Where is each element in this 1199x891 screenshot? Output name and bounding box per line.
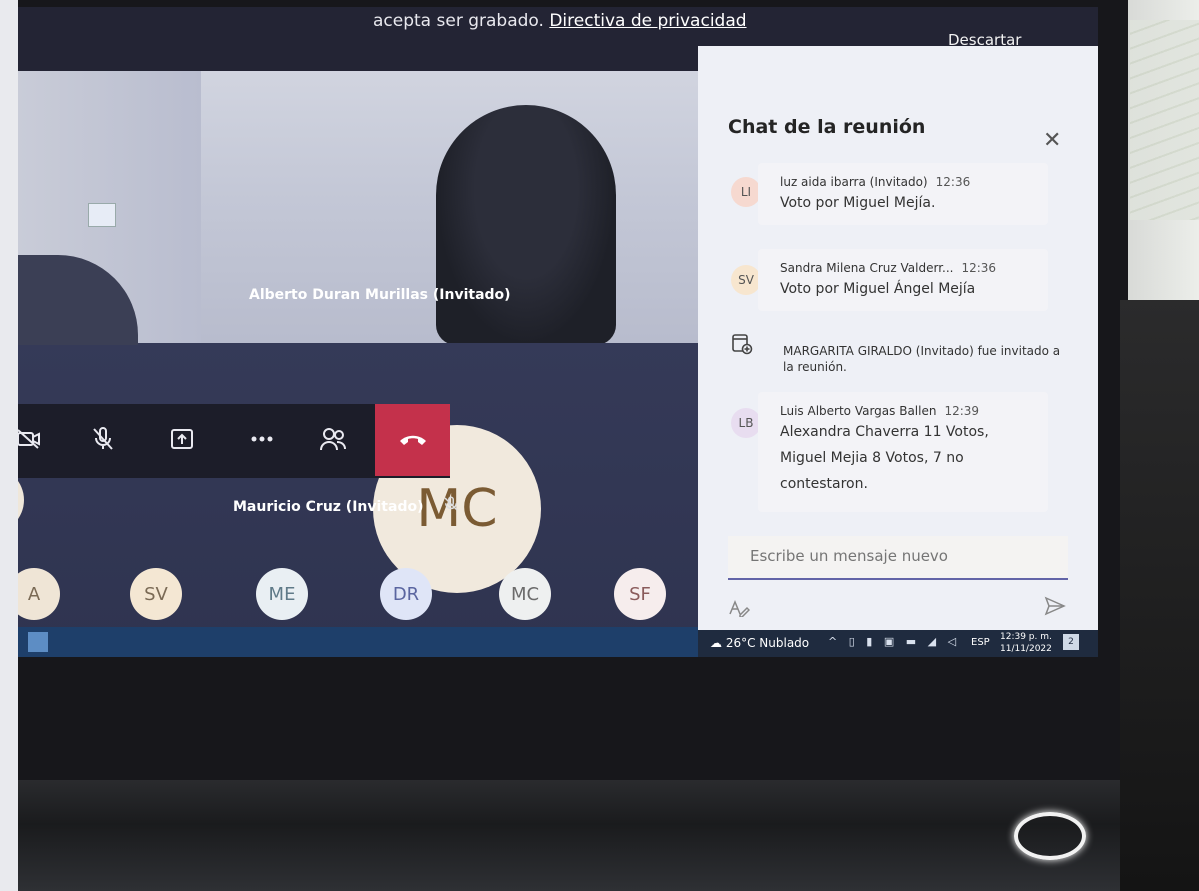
- message-time: 12:36: [961, 261, 997, 275]
- power-light-icon: [1014, 812, 1086, 860]
- chat-message: luz aida ibarra (Invitado) 12:36 Voto por…: [758, 163, 1048, 225]
- participant-avatar[interactable]: MC: [499, 568, 551, 620]
- share-screen-button[interactable]: [165, 422, 199, 456]
- cloud-icon: ☁: [710, 636, 722, 650]
- format-icon[interactable]: [728, 599, 751, 621]
- participant-shoulder: [18, 255, 138, 345]
- background-desk: [1120, 300, 1199, 891]
- leave-call-button[interactable]: [375, 404, 450, 476]
- close-icon[interactable]: ✕: [1043, 128, 1061, 153]
- avatar-initials: A: [27, 583, 41, 605]
- camera-icon: ▣: [883, 635, 899, 648]
- more-options-icon[interactable]: [245, 422, 279, 456]
- chevron-up-icon: ^: [828, 635, 842, 648]
- laptop-base: [18, 780, 1120, 891]
- add-member-icon: [731, 333, 753, 355]
- battery-icon: ▯: [848, 635, 859, 648]
- participant-avatar[interactable]: SF: [614, 568, 666, 620]
- volume-icon: ◁: [947, 635, 961, 648]
- video-tile-left: [18, 25, 201, 345]
- participant-name-label: Alberto Duran Murillas (Invitado): [249, 287, 511, 303]
- wifi-icon: ◢: [927, 635, 941, 648]
- notification-icon[interactable]: 2: [1063, 634, 1079, 650]
- message-time: 12:36: [935, 175, 971, 189]
- wall-sign: [88, 203, 116, 227]
- mute-button[interactable]: [86, 422, 120, 456]
- message-text: Voto por Miguel Mejía.: [780, 195, 936, 211]
- laptop-screen: Alberto Duran Murillas (Invitado) MC Mau…: [18, 7, 1098, 657]
- language-indicator[interactable]: ESP: [971, 637, 990, 648]
- usb-icon: ▮: [866, 635, 877, 648]
- message-input[interactable]: [748, 546, 1052, 566]
- participant-avatar[interactable]: ME: [256, 568, 308, 620]
- participant-video: [436, 105, 616, 343]
- background-poster: [1130, 20, 1199, 220]
- message-time: 12:39: [944, 404, 980, 418]
- taskbar: [18, 627, 698, 657]
- featured-participant-name: Mauricio Cruz (Invitado): [233, 499, 424, 515]
- chat-message: Sandra Milena Cruz Valderr... 12:36 Voto …: [758, 249, 1048, 311]
- video-tile-main[interactable]: Alberto Duran Murillas (Invitado): [201, 25, 698, 343]
- avatar-initials: DR: [392, 583, 420, 605]
- system-message: MARGARITA GIRALDO (Invitado) fue invitad…: [783, 344, 1061, 374]
- participants-button[interactable]: [316, 422, 350, 456]
- clock-date: 11/11/2022: [1000, 644, 1052, 654]
- avatar-initials: MC: [510, 583, 540, 605]
- laptop-bezel-left: [0, 0, 18, 891]
- participant-avatar[interactable]: DR: [380, 568, 432, 620]
- privacy-link[interactable]: Directiva de privacidad: [549, 11, 746, 31]
- chat-message: Luis Alberto Vargas Ballen 12:39 Alexandr…: [758, 392, 1048, 512]
- banner-text: acepta ser grabado. Directiva de privaci…: [373, 11, 747, 31]
- message-sender: luz aida ibarra (Invitado): [780, 175, 928, 189]
- participant-avatar[interactable]: SV: [130, 568, 182, 620]
- avatar-initials: SV: [144, 583, 168, 605]
- clock[interactable]: 12:39 p. m. 11/11/2022: [1000, 631, 1052, 655]
- avatar: LB: [731, 408, 761, 438]
- chat-title: Chat de la reunión: [728, 116, 926, 138]
- avatar: SV: [731, 265, 761, 295]
- tray-icons[interactable]: ^ ▯ ▮ ▣ ▬ ◢ ◁: [828, 635, 960, 648]
- avatar-initials: SF: [629, 583, 651, 605]
- avatar-initials: LI: [740, 185, 752, 199]
- system-tray: ☁ 26°C Nublado ^ ▯ ▮ ▣ ▬ ◢ ◁ ESP 12:39 p…: [698, 630, 1098, 657]
- camera-off-button[interactable]: [18, 422, 46, 456]
- avatar: LI: [731, 177, 761, 207]
- weather-widget[interactable]: ☁ 26°C Nublado: [710, 636, 809, 650]
- avatar-initials: SV: [738, 273, 754, 287]
- weather-text: 26°C Nublado: [725, 636, 810, 650]
- message-text: Voto por Miguel Ángel Mejía: [780, 281, 976, 297]
- video-stage: Alberto Duran Murillas (Invitado) MC Mau…: [18, 25, 698, 645]
- message-text: Alexandra Chaverra 11 Votos, Miguel Meji…: [780, 424, 989, 492]
- network-icon: ▬: [905, 635, 921, 648]
- message-sender: Sandra Milena Cruz Valderr...: [780, 261, 954, 275]
- notification-count: 2: [1068, 637, 1074, 647]
- send-icon[interactable]: [1044, 596, 1066, 620]
- clock-time: 12:39 p. m.: [1000, 632, 1052, 642]
- mic-off-icon: [442, 495, 460, 517]
- call-controls: [18, 404, 450, 478]
- compose-box[interactable]: [728, 536, 1068, 580]
- meeting-chat-panel: Chat de la reunión ✕ LI luz aida ibarra …: [698, 46, 1098, 630]
- avatar-initials: ME: [268, 583, 296, 605]
- message-sender: Luis Alberto Vargas Ballen: [780, 404, 937, 418]
- avatar-initials: LB: [738, 416, 754, 430]
- participant-avatar[interactable]: A: [18, 568, 60, 620]
- banner-message: acepta ser grabado.: [373, 11, 544, 31]
- app-icon[interactable]: [28, 632, 48, 652]
